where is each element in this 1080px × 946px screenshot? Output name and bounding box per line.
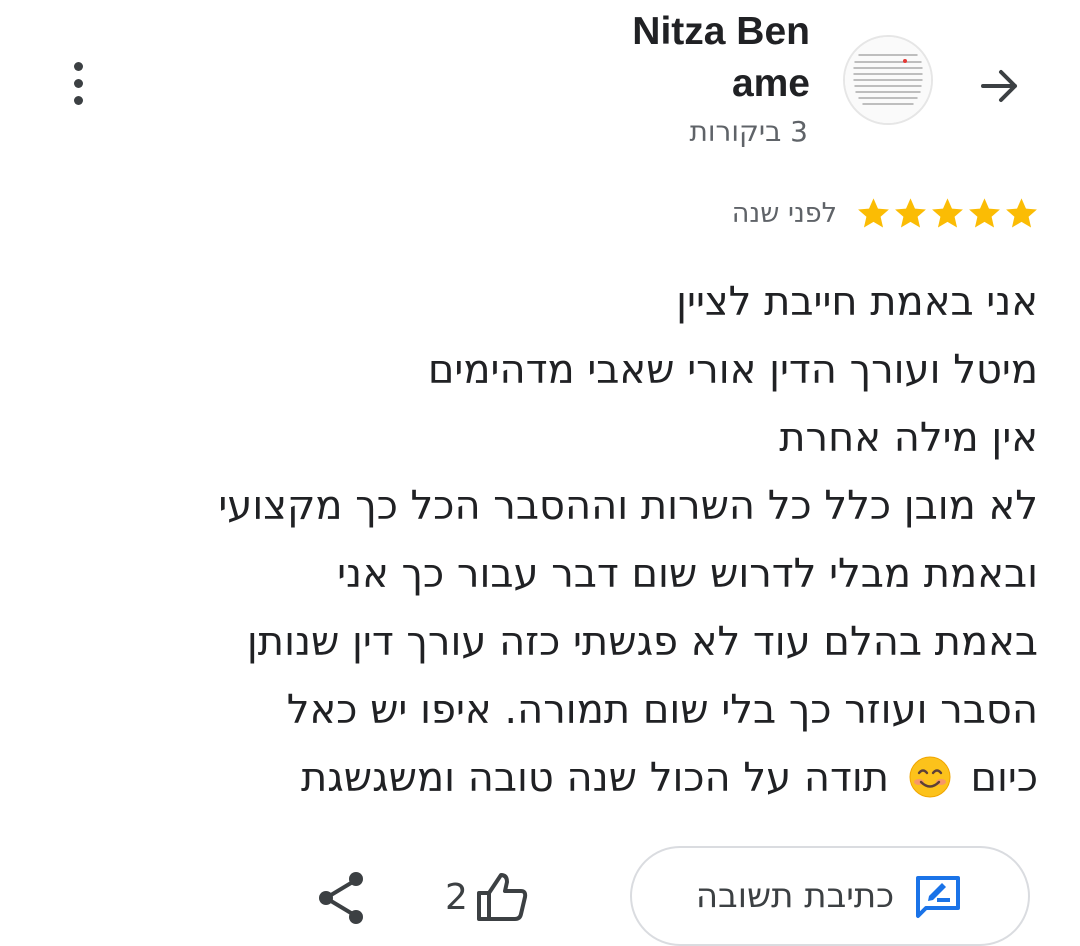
review-line: ובאמת מבלי לדרוש שום דבר עבור כך אני bbox=[337, 551, 1038, 597]
review-line: כיום תודה על הכול שנה טובה ומשגשגת bbox=[38, 744, 1038, 812]
rate-review-icon bbox=[916, 876, 961, 918]
star-icon bbox=[1006, 197, 1037, 228]
review-date: לפני שנה bbox=[731, 197, 837, 229]
star-icon bbox=[895, 197, 926, 228]
reviewer-name[interactable]: Nitza Ben ame bbox=[550, 6, 810, 110]
reviewer-review-count: 3 ביקורות bbox=[689, 115, 808, 148]
review-line: באמת בהלם עוד לא פגשתי כזה עורך דין שנות… bbox=[246, 619, 1038, 665]
star-icon bbox=[858, 197, 889, 228]
star-icon bbox=[932, 197, 963, 228]
smiling-face-emoji bbox=[909, 756, 951, 798]
star-icon bbox=[969, 197, 1000, 228]
review-line: מיטל ועורך הדין אורי שאבי מדהימים bbox=[427, 347, 1038, 393]
share-button[interactable] bbox=[312, 866, 372, 930]
star-rating bbox=[855, 195, 1040, 232]
review-line: אין מילה אחרת bbox=[779, 415, 1038, 461]
review-line: הסבר ועוזר כך בלי שום תמורה. איפו יש כאל bbox=[286, 687, 1038, 733]
review-line-end: תודה על הכול שנה טובה ומשגשגת bbox=[301, 755, 890, 801]
review-text: אני באמת חייבת לציין מיטל ועורך הדין אור… bbox=[38, 268, 1038, 812]
avatar[interactable] bbox=[843, 35, 933, 125]
rating-row: לפני שנה bbox=[732, 190, 1040, 236]
more-options-button[interactable] bbox=[60, 55, 96, 111]
arrow-right-icon bbox=[981, 70, 1017, 102]
review-line: לא מובן כלל כל השרות וההסבר הכל כך מקצוע… bbox=[218, 483, 1038, 529]
back-button[interactable] bbox=[968, 54, 1032, 118]
review-line-start: כיום bbox=[970, 755, 1038, 801]
avatar-image bbox=[845, 37, 931, 123]
write-reply-button[interactable]: כתיבת תשובה bbox=[630, 846, 1030, 946]
share-icon bbox=[319, 872, 363, 924]
like-count: 2 bbox=[445, 876, 468, 918]
reply-label: כתיבת תשובה bbox=[695, 876, 895, 916]
thumb-up-icon bbox=[476, 873, 528, 921]
more-vert-icon bbox=[73, 61, 83, 71]
review-line: אני באמת חייבת לציין bbox=[676, 279, 1038, 325]
like-button[interactable]: 2 bbox=[445, 862, 530, 932]
